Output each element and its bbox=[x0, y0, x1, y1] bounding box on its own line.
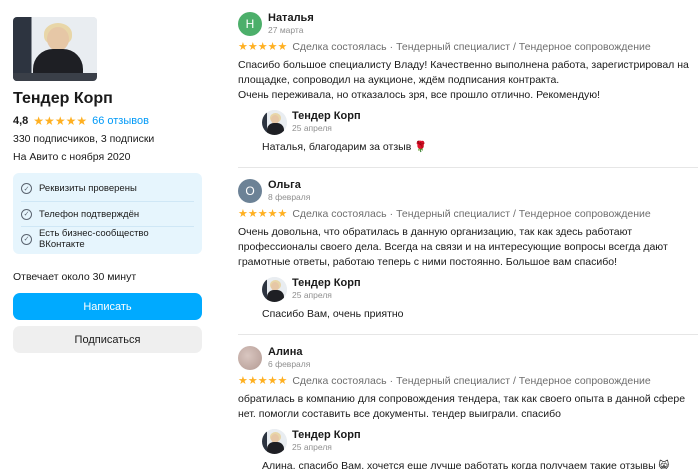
review-stars: ★★★★★ bbox=[238, 41, 288, 53]
write-button[interactable]: Написать bbox=[13, 293, 202, 320]
reply-avatar bbox=[262, 109, 287, 135]
review-divider bbox=[238, 167, 698, 168]
reviews-list: Н Наталья 27 марта ★★★★★ Сделка состояла… bbox=[238, 10, 698, 469]
review-divider bbox=[238, 334, 698, 335]
seller-name: Тендер Корп bbox=[13, 90, 113, 107]
seller-reply: Тендер Корп 25 апреля Алина, спасибо Вам… bbox=[262, 428, 698, 469]
reviewer-name: Ольга bbox=[268, 179, 301, 191]
reply-author: Тендер Корп bbox=[292, 110, 361, 122]
service-name: Тендерный специалист / Тендерное сопрово… bbox=[396, 208, 651, 220]
review-text: обратилась в компанию для сопровождения … bbox=[238, 393, 686, 420]
reviewer-name: Алина bbox=[268, 346, 303, 358]
check-icon: ✓ bbox=[21, 208, 32, 220]
badge-vk-community: ✓ Есть бизнес-сообщество ВКонтакте bbox=[21, 226, 194, 251]
reply-date: 25 апреля bbox=[292, 123, 332, 133]
verification-badges: ✓ Реквизиты проверены ✓ Телефон подтверж… bbox=[13, 173, 202, 254]
user-avatar bbox=[238, 346, 262, 370]
reply-text: Алина, спасибо Вам, хочется еще лучше ра… bbox=[262, 460, 656, 469]
review-stars: ★★★★★ bbox=[238, 208, 288, 220]
review-stars: ★★★★★ bbox=[238, 375, 288, 387]
review-item: О Ольга 8 февраля ★★★★★ Сделка состоялас… bbox=[238, 177, 698, 322]
reply-text-row: Алина, спасибо Вам, хочется еще лучше ра… bbox=[262, 459, 698, 469]
review-date: 8 февраля bbox=[268, 192, 311, 202]
rating-stars: ★★★★★ bbox=[33, 114, 88, 128]
check-icon: ✓ bbox=[21, 183, 32, 194]
review-text: Спасибо большое специалисту Владу! Качес… bbox=[238, 59, 689, 101]
review-text: Очень довольна, что обратилась в данную … bbox=[238, 226, 668, 268]
subscribers-info: 330 подписчиков, 3 подписки bbox=[13, 133, 155, 145]
user-avatar: О bbox=[238, 179, 262, 203]
badge-label: Реквизиты проверены bbox=[39, 183, 137, 194]
reviewer-name: Наталья bbox=[268, 12, 314, 24]
seller-card: Тендер Корп 4,8 ★★★★★ 66 отзывов 330 под… bbox=[13, 17, 203, 353]
reply-text: Наталья, благодарим за отзыв bbox=[262, 141, 412, 153]
review-meta: ★★★★★ Сделка состоялась · Тендерный спец… bbox=[238, 375, 651, 387]
seller-reply: Тендер Корп 25 апреля Наталья, благодари… bbox=[262, 109, 698, 155]
review-item: Н Наталья 27 марта ★★★★★ Сделка состояла… bbox=[238, 10, 698, 155]
seller-avatar[interactable] bbox=[13, 17, 97, 81]
service-name: Тендерный специалист / Тендерное сопрово… bbox=[396, 41, 651, 53]
badge-label: Телефон подтверждён bbox=[39, 208, 140, 220]
subscribe-button[interactable]: Подписаться bbox=[13, 326, 202, 353]
service-name: Тендерный специалист / Тендерное сопрово… bbox=[396, 375, 651, 387]
review-meta: ★★★★★ Сделка состоялась · Тендерный спец… bbox=[238, 41, 651, 53]
rating-value: 4,8 bbox=[13, 115, 29, 127]
review-date: 6 февраля bbox=[268, 359, 311, 369]
seller-reply: Тендер Корп 25 апреля Спасибо Вам, очень… bbox=[262, 276, 698, 322]
seller-rating: 4,8 ★★★★★ 66 отзывов bbox=[13, 115, 203, 127]
reply-avatar bbox=[262, 276, 287, 302]
reply-author: Тендер Корп bbox=[292, 277, 361, 289]
reviews-count-link[interactable]: 66 отзывов bbox=[92, 115, 149, 127]
rose-emoji: 🌹 bbox=[414, 141, 428, 153]
cat-emoji: 😸 bbox=[658, 460, 670, 469]
check-icon: ✓ bbox=[21, 233, 32, 245]
response-time: Отвечает около 30 минут bbox=[13, 271, 137, 283]
deal-status: Сделка состоялась bbox=[292, 41, 387, 53]
badge-requisites: ✓ Реквизиты проверены bbox=[21, 176, 194, 201]
reply-date: 25 апреля bbox=[292, 442, 332, 452]
reply-date: 25 апреля bbox=[292, 290, 332, 300]
review-date: 27 марта bbox=[268, 25, 304, 35]
reply-author: Тендер Корп bbox=[292, 429, 361, 441]
review-item: Алина 6 февраля ★★★★★ Сделка состоялась … bbox=[238, 344, 698, 469]
user-avatar: Н bbox=[238, 12, 262, 36]
member-since: На Авито с ноября 2020 bbox=[13, 151, 131, 163]
badge-label: Есть бизнес-сообщество ВКонтакте bbox=[39, 228, 149, 250]
deal-status: Сделка состоялась bbox=[292, 208, 387, 220]
badge-phone: ✓ Телефон подтверждён bbox=[21, 201, 194, 226]
reply-avatar bbox=[262, 428, 287, 454]
deal-status: Сделка состоялась bbox=[292, 375, 387, 387]
reply-text: Спасибо Вам, очень приятно bbox=[262, 308, 404, 320]
review-meta: ★★★★★ Сделка состоялась · Тендерный спец… bbox=[238, 208, 651, 220]
reply-text-row: Наталья, благодарим за отзыв 🌹 bbox=[262, 140, 698, 155]
